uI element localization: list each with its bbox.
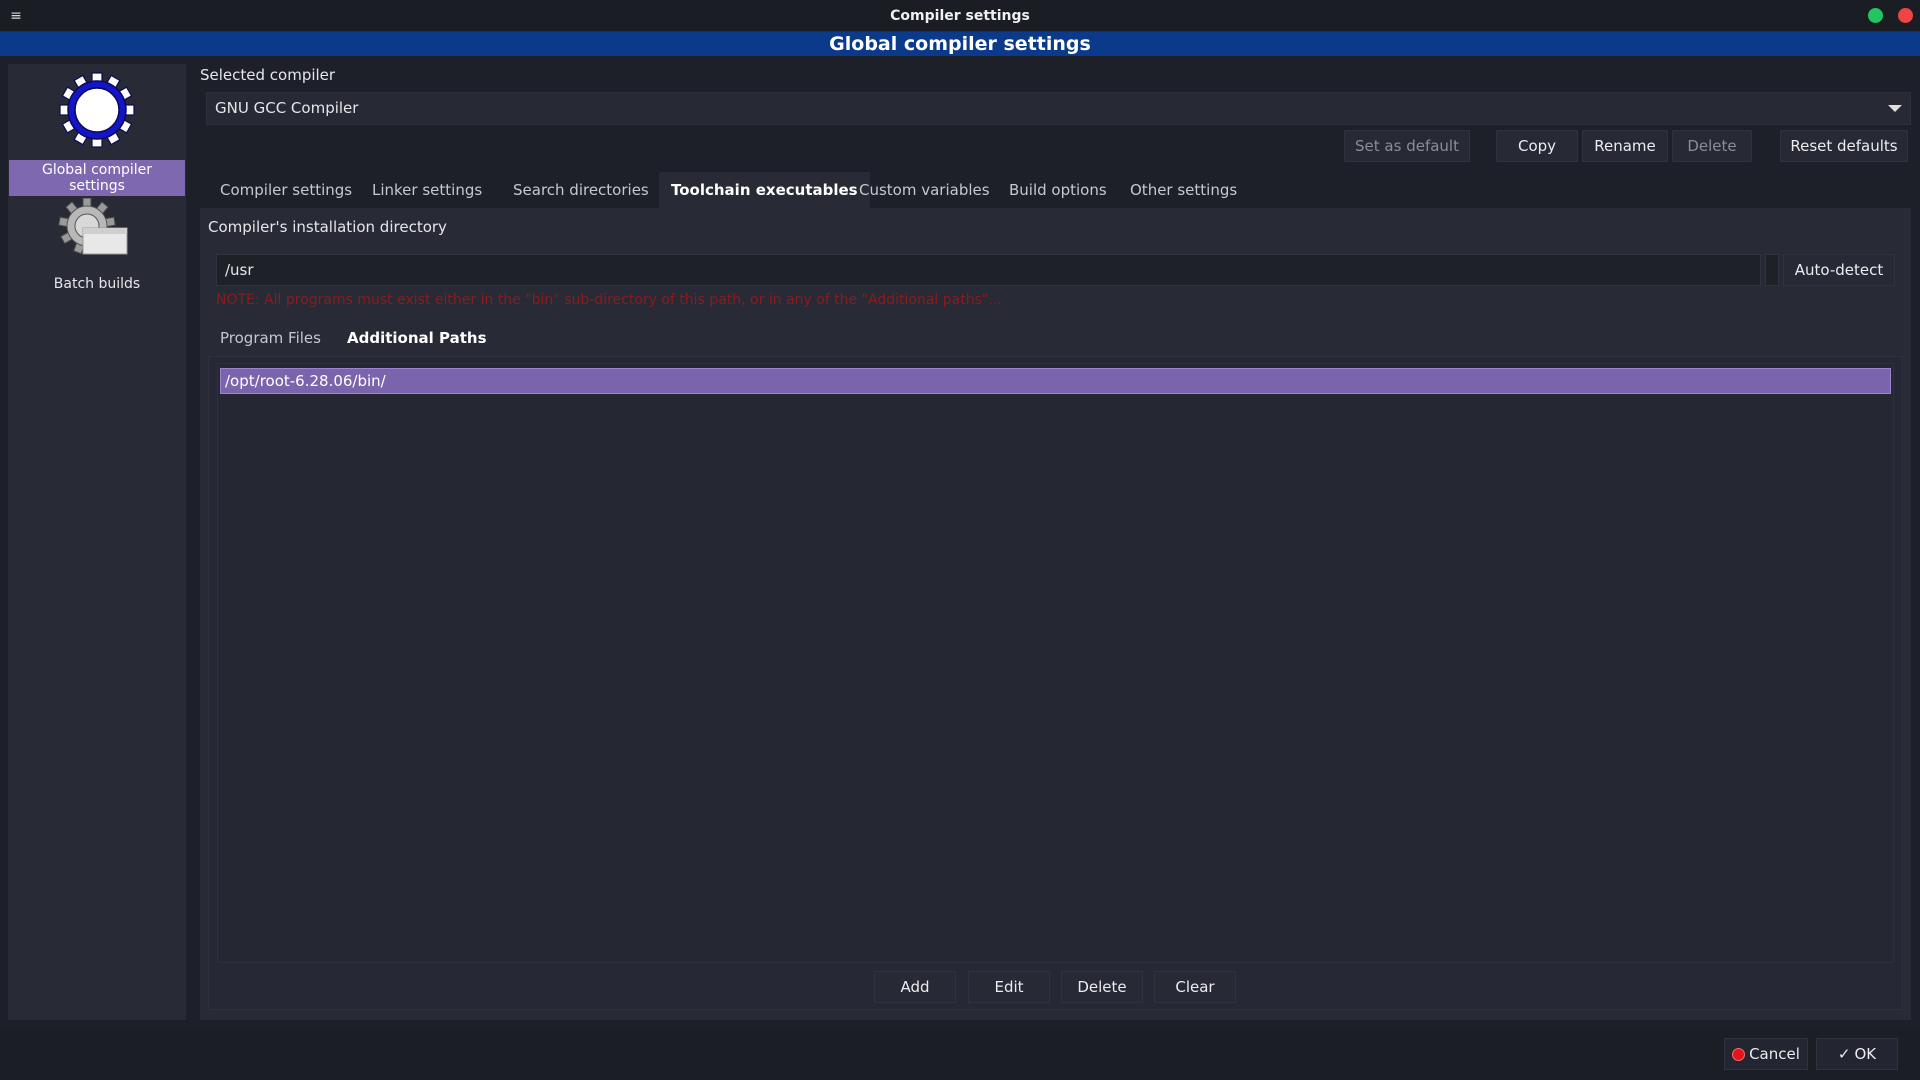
close-button[interactable] <box>1898 8 1913 23</box>
main-panel: Selected compiler GNU GCC Compiler Set a… <box>200 64 1911 1020</box>
tab-other-settings[interactable]: Other settings <box>1118 172 1249 208</box>
set-as-default-button[interactable]: Set as default <box>1344 130 1470 162</box>
add-path-button[interactable]: Add <box>874 971 956 1003</box>
tab-search-directories[interactable]: Search directories <box>501 172 661 208</box>
check-icon: ✓ <box>1837 1045 1851 1063</box>
tab-toolchain-executables[interactable]: Toolchain executables <box>659 172 870 208</box>
clear-paths-button[interactable]: Clear <box>1154 971 1236 1003</box>
installation-directory-value: /usr <box>225 261 254 279</box>
sidebar-item-label: Batch builds <box>53 276 141 292</box>
ok-label: OK <box>1854 1045 1877 1063</box>
window-title: Compiler settings <box>890 8 1030 24</box>
additional-paths-panel: /opt/root-6.28.06/bin/ Add Edit Delete C… <box>208 356 1903 1010</box>
selected-compiler-label: Selected compiler <box>200 66 336 84</box>
tab-build-options[interactable]: Build options <box>997 172 1119 208</box>
compiler-select-value: GNU GCC Compiler <box>215 99 359 117</box>
sidebar-item-global-compiler-settings[interactable]: Global compiler settings <box>8 70 186 196</box>
gear-icon <box>59 72 135 148</box>
cancel-label: Cancel <box>1749 1045 1800 1063</box>
edit-path-button[interactable]: Edit <box>968 971 1050 1003</box>
copy-button[interactable]: Copy <box>1496 130 1578 162</box>
cancel-button[interactable]: Cancel <box>1724 1038 1808 1070</box>
title-bar: ≡ Compiler settings <box>0 0 1920 32</box>
cancel-icon <box>1732 1048 1746 1061</box>
compiler-select[interactable]: GNU GCC Compiler <box>206 92 1911 125</box>
tab-linker-settings[interactable]: Linker settings <box>360 172 494 208</box>
list-item[interactable]: /opt/root-6.28.06/bin/ <box>220 368 1891 394</box>
maximize-button[interactable] <box>1868 8 1883 23</box>
delete-compiler-button[interactable]: Delete <box>1672 130 1752 162</box>
tab-additional-paths[interactable]: Additional Paths <box>335 320 499 356</box>
installation-directory-input[interactable]: /usr <box>216 254 1761 286</box>
tab-compiler-settings[interactable]: Compiler settings <box>208 172 364 208</box>
tab-custom-variables[interactable]: Custom variables <box>847 172 1002 208</box>
sidebar: Global compiler settings Batch builds <box>8 64 186 1020</box>
rename-button[interactable]: Rename <box>1582 130 1668 162</box>
toolchain-executables-panel: Compiler's installation directory /usr A… <box>200 208 1911 1020</box>
installation-directory-label: Compiler's installation directory <box>208 218 447 236</box>
delete-path-button[interactable]: Delete <box>1061 971 1143 1003</box>
tab-program-files[interactable]: Program Files <box>208 320 333 356</box>
browse-button[interactable] <box>1765 254 1779 286</box>
sidebar-item-label: Global compiler settings <box>9 160 185 196</box>
ok-button[interactable]: ✓ OK <box>1816 1038 1898 1070</box>
chevron-down-icon <box>1888 105 1902 112</box>
page-title: Global compiler settings <box>0 32 1920 56</box>
auto-detect-button[interactable]: Auto-detect <box>1783 254 1895 286</box>
installation-note: NOTE: All programs must exist either in … <box>216 292 1002 308</box>
batch-builds-icon <box>58 198 128 255</box>
sidebar-item-batch-builds[interactable]: Batch builds <box>8 198 186 294</box>
reset-defaults-button[interactable]: Reset defaults <box>1780 130 1908 162</box>
additional-paths-list[interactable]: /opt/root-6.28.06/bin/ <box>217 363 1894 963</box>
dialog-footer: Cancel ✓ OK <box>0 1028 1920 1080</box>
